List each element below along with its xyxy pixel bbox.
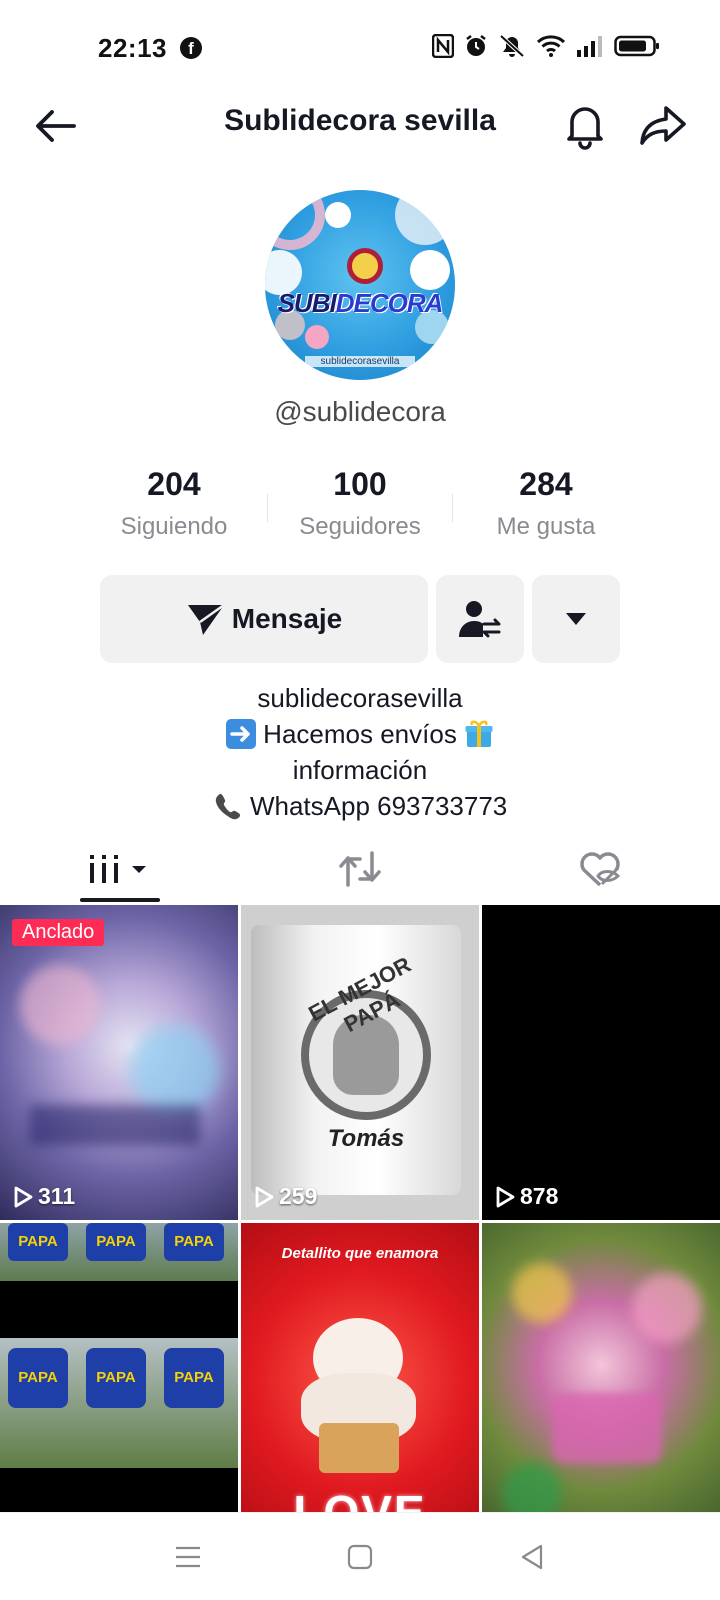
mug-name: Tomás — [327, 1125, 405, 1152]
video-tile[interactable]: 878 — [482, 905, 720, 1220]
following-label: Siguiendo — [120, 513, 228, 540]
active-tab-indicator — [80, 898, 160, 902]
followers-count: 100 — [333, 466, 387, 502]
recent-apps-button[interactable] — [166, 1535, 210, 1579]
notifications-button[interactable] — [560, 100, 610, 150]
follow-status-button[interactable] — [436, 575, 524, 663]
facebook-notification-icon: f — [180, 37, 202, 59]
avatar-caption: sublidecorasevilla — [305, 356, 415, 367]
share-button[interactable] — [636, 100, 690, 150]
message-button-label: Mensaje — [231, 603, 343, 634]
user-swap-icon — [459, 601, 501, 638]
tab-reposts[interactable] — [240, 836, 480, 902]
caret-down-icon — [566, 613, 586, 625]
video-tile[interactable] — [482, 1223, 720, 1538]
battery-icon — [614, 35, 659, 57]
menu-lines-icon — [176, 1546, 200, 1568]
signal-icon — [577, 36, 602, 57]
bio-line-whatsapp: WhatsApp 693733773 — [0, 788, 720, 824]
home-button[interactable] — [338, 1535, 382, 1579]
tab-liked-hidden[interactable] — [480, 836, 720, 902]
stat-followers[interactable]: 100 Seguidores — [260, 466, 460, 541]
triangle-back-icon — [521, 1544, 543, 1570]
likes-count: 284 — [519, 466, 573, 502]
play-icon — [496, 1186, 515, 1207]
status-icons — [432, 34, 660, 58]
view-count: 259 — [253, 1183, 317, 1210]
video-tile[interactable]: Anclado 311 — [0, 905, 238, 1220]
telephone-emoji-icon — [213, 791, 243, 821]
bio-line-shipping: Hacemos envíos — [0, 716, 720, 752]
wifi-icon — [536, 35, 566, 57]
send-icon — [187, 603, 225, 635]
nfc-icon — [432, 34, 454, 58]
right-arrow-emoji-icon — [225, 719, 256, 749]
bio-line-info: información — [292, 755, 428, 785]
repost-icon — [339, 851, 381, 887]
play-icon — [14, 1186, 33, 1207]
page-title: Sublidecora sevilla — [224, 104, 496, 137]
bio-line-name: sublidecorasevilla — [257, 683, 463, 713]
stat-likes[interactable]: 284 Me gusta — [446, 466, 646, 541]
more-options-dropdown[interactable] — [532, 575, 620, 663]
following-count: 204 — [147, 466, 201, 502]
system-back-button[interactable] — [510, 1535, 554, 1579]
liked-hidden-icon — [580, 852, 621, 887]
avatar-brand-text: SUBIDECORA — [277, 288, 444, 318]
username-handle: @sublidecora — [274, 396, 446, 427]
profile-bio: sublidecorasevilla Hacemos envíos inform… — [0, 680, 720, 824]
view-count: 311 — [12, 1183, 75, 1210]
tab-videos[interactable] — [0, 836, 240, 902]
followers-label: Seguidores — [299, 513, 421, 540]
status-bar: 22:13 f — [0, 0, 720, 96]
avatar[interactable]: SUBIDECORA sublidecorasevilla — [265, 190, 455, 380]
gift-emoji-icon — [464, 719, 494, 749]
video-tile[interactable]: Detallito que enamora LOVE — [241, 1223, 479, 1538]
mute-icon — [499, 34, 525, 58]
message-button[interactable]: Mensaje — [100, 575, 428, 663]
status-time: 22:13 — [98, 33, 167, 63]
video-tile[interactable]: EL MEJOR PAPÁ Tomás 259 — [241, 905, 479, 1220]
alarm-icon — [466, 35, 486, 56]
likes-label: Me gusta — [496, 513, 596, 540]
videos-grid-icon — [90, 855, 146, 883]
play-icon — [255, 1186, 274, 1207]
pinned-badge: Anclado — [12, 919, 105, 946]
share-arrow-icon — [640, 106, 686, 145]
video-caption: Detallito que enamora — [281, 1245, 439, 1262]
video-tile[interactable]: PAPA PAPA PAPA PAPA PAPA PAPA — [0, 1223, 238, 1538]
stat-following[interactable]: 204 Siguiendo — [74, 466, 274, 541]
square-home-icon — [347, 1544, 373, 1570]
system-navigation-bar — [0, 1512, 720, 1600]
bell-icon — [567, 107, 603, 150]
view-count: 878 — [494, 1183, 558, 1210]
